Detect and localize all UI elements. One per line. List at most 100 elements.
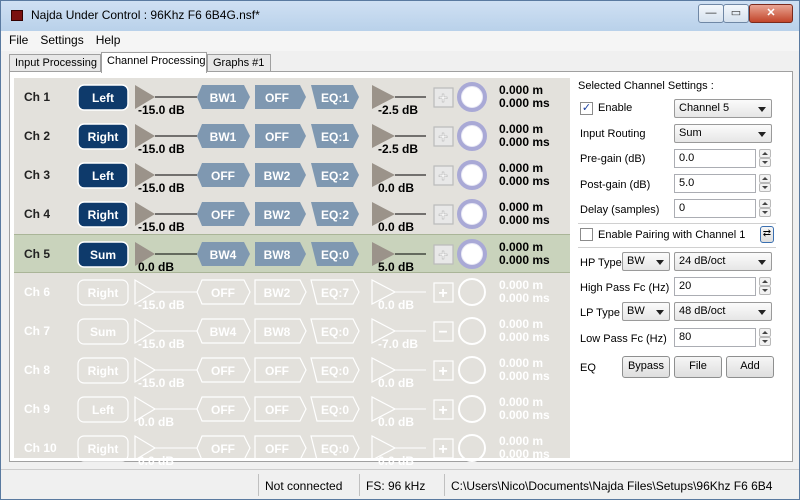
hp-fc-spinner[interactable] xyxy=(759,277,771,296)
spin-down-icon[interactable] xyxy=(759,208,771,217)
mute-ring-icon[interactable] xyxy=(458,395,486,423)
channel-chain: Sum 0.0 dB BW4 BW8 EQ:0 5.0 dB + xyxy=(77,239,487,274)
eq-add-button[interactable]: Add xyxy=(726,356,774,378)
pregain-value: 0.0 dB xyxy=(138,415,174,429)
lowpass-filter-label: OFF xyxy=(265,91,289,105)
spin-up-icon[interactable] xyxy=(759,199,771,208)
spin-up-icon[interactable] xyxy=(759,277,771,286)
highpass-filter-label: OFF xyxy=(211,208,235,222)
menu-help[interactable]: Help xyxy=(90,31,127,49)
channel-row[interactable]: Ch 2 Right -15.0 dB BW1 OFF EQ:1 -2.5 dB +0.000… xyxy=(14,117,570,156)
pairing-checkbox[interactable] xyxy=(580,228,593,241)
polarity-icon: + xyxy=(438,129,447,146)
menu-file[interactable]: File xyxy=(3,31,34,49)
delay-readout: 0.000 m 0.000 ms xyxy=(499,162,550,188)
channel-chain: Left 0.0 dB OFF OFF EQ:0 0.0 dB + xyxy=(77,395,486,429)
pregain-value: -15.0 dB xyxy=(138,376,185,390)
source-label: Right xyxy=(88,286,119,300)
delay-spinner[interactable] xyxy=(759,199,771,218)
input-routing-select[interactable]: Sum xyxy=(674,124,772,143)
enable-label: Enable xyxy=(598,102,633,114)
polarity-icon: + xyxy=(438,168,447,185)
time-value: 0.000 ms xyxy=(499,330,550,344)
title-bar[interactable]: Najda Under Control : 96Khz F6 6B4G.nsf*… xyxy=(1,1,799,31)
eq-bypass-button[interactable]: Bypass xyxy=(622,356,670,378)
eq-file-button[interactable]: File xyxy=(674,356,722,378)
mute-ring-icon[interactable] xyxy=(458,434,486,462)
channel-row[interactable]: Ch 1 Left -15.0 dB BW1 OFF EQ:1 -2.5 dB +0.000 … xyxy=(14,78,570,117)
lp-fc-input[interactable]: 80 xyxy=(674,328,756,347)
sample-rate-status: FS: 96 kHz xyxy=(359,474,443,496)
hp-type-select[interactable]: BW xyxy=(622,252,670,271)
time-value: 0.000 ms xyxy=(499,253,550,267)
eq-label: EQ:0 xyxy=(321,325,349,339)
tab-channel-processing[interactable]: Channel Processing xyxy=(101,52,207,73)
lowpass-filter-label: OFF xyxy=(265,442,289,456)
tab-input-processing[interactable]: Input Processing xyxy=(9,54,101,72)
eq-label: EQ:2 xyxy=(321,208,349,222)
postgain-value: -7.0 dB xyxy=(378,337,418,351)
spin-down-icon[interactable] xyxy=(759,337,771,346)
hp-type-value: BW xyxy=(627,255,645,267)
spin-down-icon[interactable] xyxy=(759,286,771,295)
postgain-spinner[interactable] xyxy=(759,174,771,193)
channel-row[interactable]: Ch 4 Right -15.0 dB OFF BW2 EQ:2 0.0 dB +0.000 … xyxy=(14,195,570,234)
lp-type-label: LP Type xyxy=(580,307,620,319)
enable-checkbox[interactable]: ✓ xyxy=(580,102,593,115)
lp-fc-spinner[interactable] xyxy=(759,328,771,347)
eq-label: EQ:1 xyxy=(321,130,349,144)
spin-up-icon[interactable] xyxy=(759,149,771,158)
minimize-button[interactable]: — xyxy=(698,4,724,23)
spin-up-icon[interactable] xyxy=(759,174,771,183)
eq-label: EQ:0 xyxy=(321,403,349,417)
lowpass-filter-label: BW8 xyxy=(264,248,291,262)
channel-chain: Right -15.0 dB OFF BW2 EQ:2 0.0 dB + xyxy=(77,199,487,234)
channel-row[interactable]: Ch 10 Right 0.0 dB OFF OFF EQ:0 0.0 dB +0.000 m… xyxy=(14,429,570,468)
close-button[interactable]: ✕ xyxy=(749,4,793,23)
hp-fc-input[interactable]: 20 xyxy=(674,277,756,296)
channel-row[interactable]: Ch 5 Sum 0.0 dB BW4 BW8 EQ:0 5.0 dB +0.000 m 0.0… xyxy=(14,234,570,274)
channel-row[interactable]: Ch 8 Right -15.0 dB OFF OFF EQ:0 0.0 dB +0.000 … xyxy=(14,351,570,390)
tab-graphs-1[interactable]: Graphs #1 xyxy=(207,54,271,72)
lp-slope-select[interactable]: 48 dB/oct xyxy=(674,302,772,321)
mute-ring-icon[interactable] xyxy=(458,317,486,345)
highpass-filter-label: BW1 xyxy=(210,91,237,105)
pregain-input[interactable]: 0.0 xyxy=(674,149,756,168)
spin-down-icon[interactable] xyxy=(759,183,771,192)
source-label: Left xyxy=(92,403,114,417)
spin-up-icon[interactable] xyxy=(759,328,771,337)
delay-input[interactable]: 0 xyxy=(674,199,756,218)
chevron-down-icon xyxy=(656,260,664,265)
channel-row[interactable]: Ch 6 Right -15.0 dB OFF BW2 EQ:7 0.0 dB +0.000 … xyxy=(14,273,570,312)
polarity-icon: + xyxy=(438,363,447,380)
time-value: 0.000 ms xyxy=(499,96,550,110)
mute-ring-icon[interactable] xyxy=(458,278,486,306)
mute-ring-inner xyxy=(462,87,482,107)
time-value: 0.000 ms xyxy=(499,135,550,149)
hp-slope-select[interactable]: 24 dB/oct xyxy=(674,252,772,271)
highpass-filter-label: BW1 xyxy=(210,130,237,144)
eq-label: EQ:7 xyxy=(321,286,349,300)
spin-down-icon[interactable] xyxy=(759,158,771,167)
lowpass-filter-label: BW2 xyxy=(264,169,291,183)
menu-settings[interactable]: Settings xyxy=(34,31,89,49)
mute-ring-icon[interactable] xyxy=(458,356,486,384)
eq-label: EQ:2 xyxy=(321,169,349,183)
lp-type-select[interactable]: BW xyxy=(622,302,670,321)
pregain-value: -15.0 dB xyxy=(138,337,185,351)
postgain-value: 5.0 dB xyxy=(378,260,414,274)
swap-icon[interactable]: ⇄ xyxy=(760,226,774,243)
channel-row[interactable]: Ch 7 Sum -15.0 dB BW4 BW8 EQ:0 -7.0 dB −0.000 m… xyxy=(14,312,570,351)
maximize-button[interactable]: ▭ xyxy=(723,4,749,23)
time-value: 0.000 ms xyxy=(499,447,550,461)
channel-row[interactable]: Ch 9 Left 0.0 dB OFF OFF EQ:0 0.0 dB +0.000 m 0.… xyxy=(14,390,570,429)
postgain-input[interactable]: 5.0 xyxy=(674,174,756,193)
delay-readout: 0.000 m 0.000 ms xyxy=(499,357,550,383)
postgain-value: 0.0 dB xyxy=(378,454,414,468)
source-label: Right xyxy=(88,130,119,144)
pregain-spinner[interactable] xyxy=(759,149,771,168)
delay-readout: 0.000 m 0.000 ms xyxy=(499,123,550,149)
channel-select[interactable]: Channel 5 xyxy=(674,99,772,118)
connection-status: Not connected xyxy=(258,474,358,496)
channel-row[interactable]: Ch 3 Left -15.0 dB OFF BW2 EQ:2 0.0 dB +0.000 m… xyxy=(14,156,570,195)
